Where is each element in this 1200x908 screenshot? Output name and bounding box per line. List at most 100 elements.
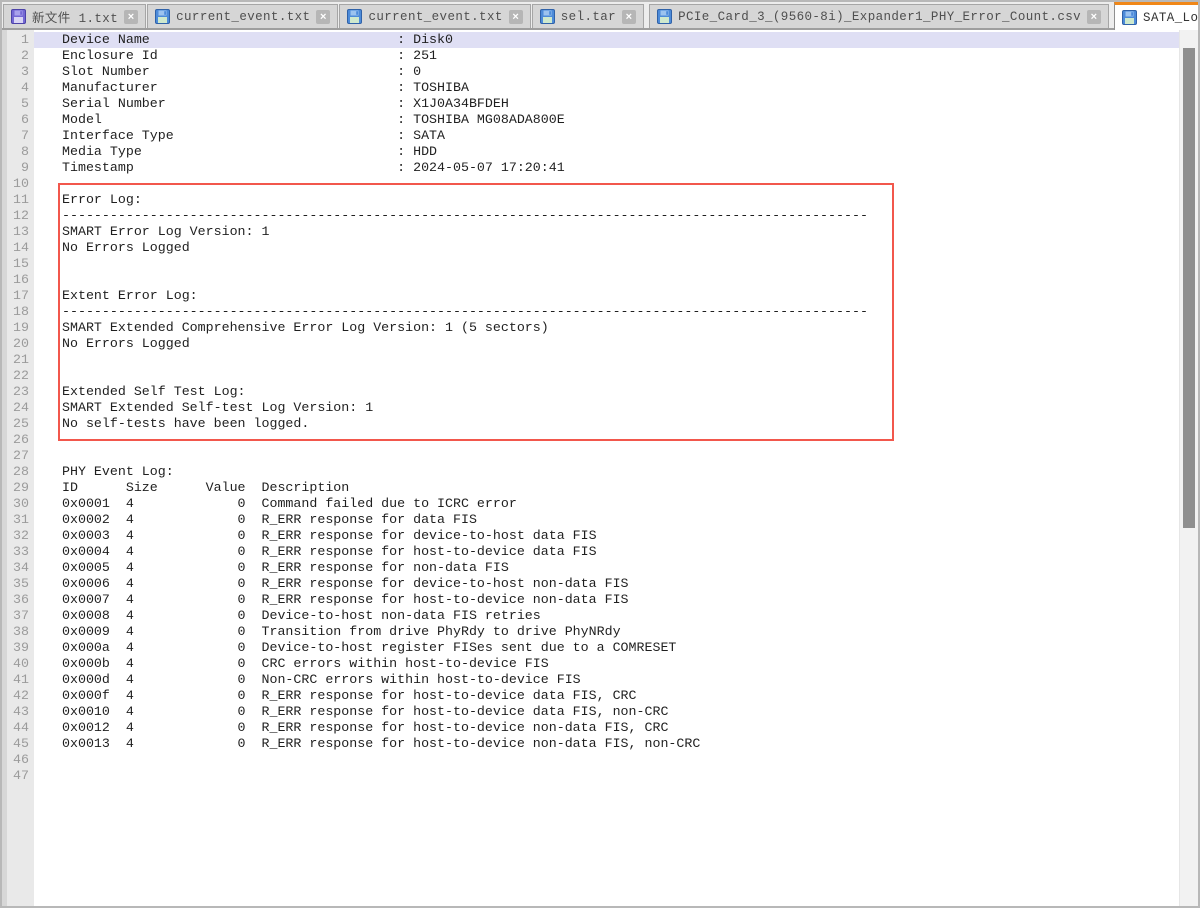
- code-line[interactable]: 7Interface Type : SATA: [2, 128, 1180, 144]
- code-line[interactable]: 13SMART Error Log Version: 1: [2, 224, 1180, 240]
- line-number: 34: [2, 560, 34, 576]
- code-line[interactable]: 370x0008 4 0 Device-to-host non-data FIS…: [2, 608, 1180, 624]
- code-line[interactable]: 350x0006 4 0 R_ERR response for device-t…: [2, 576, 1180, 592]
- line-number: 1: [2, 32, 34, 48]
- line-text: Device Name : Disk0: [34, 32, 1180, 48]
- code-line[interactable]: 9Timestamp : 2024-05-07 17:20:41: [2, 160, 1180, 176]
- code-line[interactable]: 320x0003 4 0 R_ERR response for device-t…: [2, 528, 1180, 544]
- code-line[interactable]: 25No self-tests have been logged.: [2, 416, 1180, 432]
- code-line[interactable]: 17Extent Error Log:: [2, 288, 1180, 304]
- line-number: 33: [2, 544, 34, 560]
- code-line[interactable]: 1Device Name : Disk0: [2, 32, 1180, 48]
- code-line[interactable]: 46: [2, 752, 1180, 768]
- code-line[interactable]: 21: [2, 352, 1180, 368]
- tab-sel-tar[interactable]: sel.tar ×: [532, 4, 644, 28]
- code-line[interactable]: 12--------------------------------------…: [2, 208, 1180, 224]
- line-text: Interface Type : SATA: [34, 128, 1180, 144]
- line-number: 9: [2, 160, 34, 176]
- code-line[interactable]: 440x0012 4 0 R_ERR response for host-to-…: [2, 720, 1180, 736]
- line-text: [34, 272, 1180, 288]
- code-line[interactable]: 430x0010 4 0 R_ERR response for host-to-…: [2, 704, 1180, 720]
- line-number: 10: [2, 176, 34, 192]
- tab-close-icon[interactable]: ×: [316, 10, 330, 24]
- line-number: 42: [2, 688, 34, 704]
- line-text: [34, 448, 1180, 464]
- line-text: ----------------------------------------…: [34, 304, 1180, 320]
- line-number: 23: [2, 384, 34, 400]
- line-text: 0x0003 4 0 R_ERR response for device-to-…: [34, 528, 1180, 544]
- tab-close-icon[interactable]: ×: [124, 10, 138, 24]
- line-text: [34, 368, 1180, 384]
- line-text: Enclosure Id : 251: [34, 48, 1180, 64]
- editor-pane[interactable]: 1Device Name : Disk02Enclosure Id : 2513…: [2, 30, 1198, 906]
- tab-label: current_event.txt: [176, 10, 310, 24]
- line-number: 30: [2, 496, 34, 512]
- line-number: 16: [2, 272, 34, 288]
- vertical-scrollbar[interactable]: [1179, 30, 1198, 906]
- code-line[interactable]: 450x0013 4 0 R_ERR response for host-to-…: [2, 736, 1180, 752]
- code-line[interactable]: 360x0007 4 0 R_ERR response for host-to-…: [2, 592, 1180, 608]
- tab-label: PCIe_Card_3_(9560-8i)_Expander1_PHY_Erro…: [678, 10, 1081, 24]
- code-line[interactable]: 22: [2, 368, 1180, 384]
- code-line[interactable]: 380x0009 4 0 Transition from drive PhyRd…: [2, 624, 1180, 640]
- code-line[interactable]: 10: [2, 176, 1180, 192]
- line-number: 17: [2, 288, 34, 304]
- code-line[interactable]: 3Slot Number : 0: [2, 64, 1180, 80]
- code-line[interactable]: 20No Errors Logged: [2, 336, 1180, 352]
- editor-content[interactable]: 1Device Name : Disk02Enclosure Id : 2513…: [2, 32, 1180, 784]
- line-text: 0x0006 4 0 R_ERR response for device-to-…: [34, 576, 1180, 592]
- code-line[interactable]: 340x0005 4 0 R_ERR response for non-data…: [2, 560, 1180, 576]
- tab-pcie_card_3_-9560-8i-_expander1_phy_error_count-csv[interactable]: PCIe_Card_3_(9560-8i)_Expander1_PHY_Erro…: [649, 4, 1109, 28]
- line-number: 13: [2, 224, 34, 240]
- line-text: [34, 352, 1180, 368]
- line-number: 46: [2, 752, 34, 768]
- tab-label: sel.tar: [561, 10, 616, 24]
- code-line[interactable]: 420x000f 4 0 R_ERR response for host-to-…: [2, 688, 1180, 704]
- code-line[interactable]: 28PHY Event Log:: [2, 464, 1180, 480]
- line-text: 0x0007 4 0 R_ERR response for host-to-de…: [34, 592, 1180, 608]
- line-number: 20: [2, 336, 34, 352]
- code-line[interactable]: 23Extended Self Test Log:: [2, 384, 1180, 400]
- code-line[interactable]: 390x000a 4 0 Device-to-host register FIS…: [2, 640, 1180, 656]
- code-line[interactable]: 24SMART Extended Self-test Log Version: …: [2, 400, 1180, 416]
- code-line[interactable]: 14No Errors Logged: [2, 240, 1180, 256]
- code-line[interactable]: 15: [2, 256, 1180, 272]
- line-number: 24: [2, 400, 34, 416]
- code-line[interactable]: 8Media Type : HDD: [2, 144, 1180, 160]
- line-number: 18: [2, 304, 34, 320]
- line-number: 11: [2, 192, 34, 208]
- tab-current_event-txt[interactable]: current_event.txt×: [339, 4, 530, 28]
- code-line[interactable]: 19SMART Extended Comprehensive Error Log…: [2, 320, 1180, 336]
- save-icon: [657, 9, 672, 24]
- line-text: 0x000b 4 0 CRC errors within host-to-dev…: [34, 656, 1180, 672]
- code-line[interactable]: 5Serial Number : X1J0A34BFDEH: [2, 96, 1180, 112]
- code-line[interactable]: 300x0001 4 0 Command failed due to ICRC …: [2, 496, 1180, 512]
- code-line[interactable]: 18--------------------------------------…: [2, 304, 1180, 320]
- code-line[interactable]: 29ID Size Value Description: [2, 480, 1180, 496]
- line-text: [34, 752, 1180, 768]
- code-line[interactable]: 410x000d 4 0 Non-CRC errors within host-…: [2, 672, 1180, 688]
- code-line[interactable]: 330x0004 4 0 R_ERR response for host-to-…: [2, 544, 1180, 560]
- line-number: 31: [2, 512, 34, 528]
- code-line[interactable]: 11Error Log:: [2, 192, 1180, 208]
- line-number: 40: [2, 656, 34, 672]
- code-line[interactable]: 27: [2, 448, 1180, 464]
- tab-close-icon[interactable]: ×: [622, 10, 636, 24]
- tab-close-icon[interactable]: ×: [1087, 10, 1101, 24]
- code-line[interactable]: 16: [2, 272, 1180, 288]
- line-number: 36: [2, 592, 34, 608]
- scrollbar-thumb[interactable]: [1183, 48, 1195, 528]
- tab-sata_log[interactable]: SATA_Log×: [1114, 2, 1200, 30]
- code-line[interactable]: 400x000b 4 0 CRC errors within host-to-d…: [2, 656, 1180, 672]
- code-line[interactable]: 4Manufacturer : TOSHIBA: [2, 80, 1180, 96]
- code-line[interactable]: 6Model : TOSHIBA MG08ADA800E: [2, 112, 1180, 128]
- tab-close-icon[interactable]: ×: [509, 10, 523, 24]
- line-number: 7: [2, 128, 34, 144]
- code-line[interactable]: 2Enclosure Id : 251: [2, 48, 1180, 64]
- code-line[interactable]: 47: [2, 768, 1180, 784]
- tab--1-txt[interactable]: 新文件 1.txt×: [3, 4, 146, 28]
- line-number: 45: [2, 736, 34, 752]
- code-line[interactable]: 26: [2, 432, 1180, 448]
- code-line[interactable]: 310x0002 4 0 R_ERR response for data FIS: [2, 512, 1180, 528]
- tab-current_event-txt[interactable]: current_event.txt ×: [147, 4, 338, 28]
